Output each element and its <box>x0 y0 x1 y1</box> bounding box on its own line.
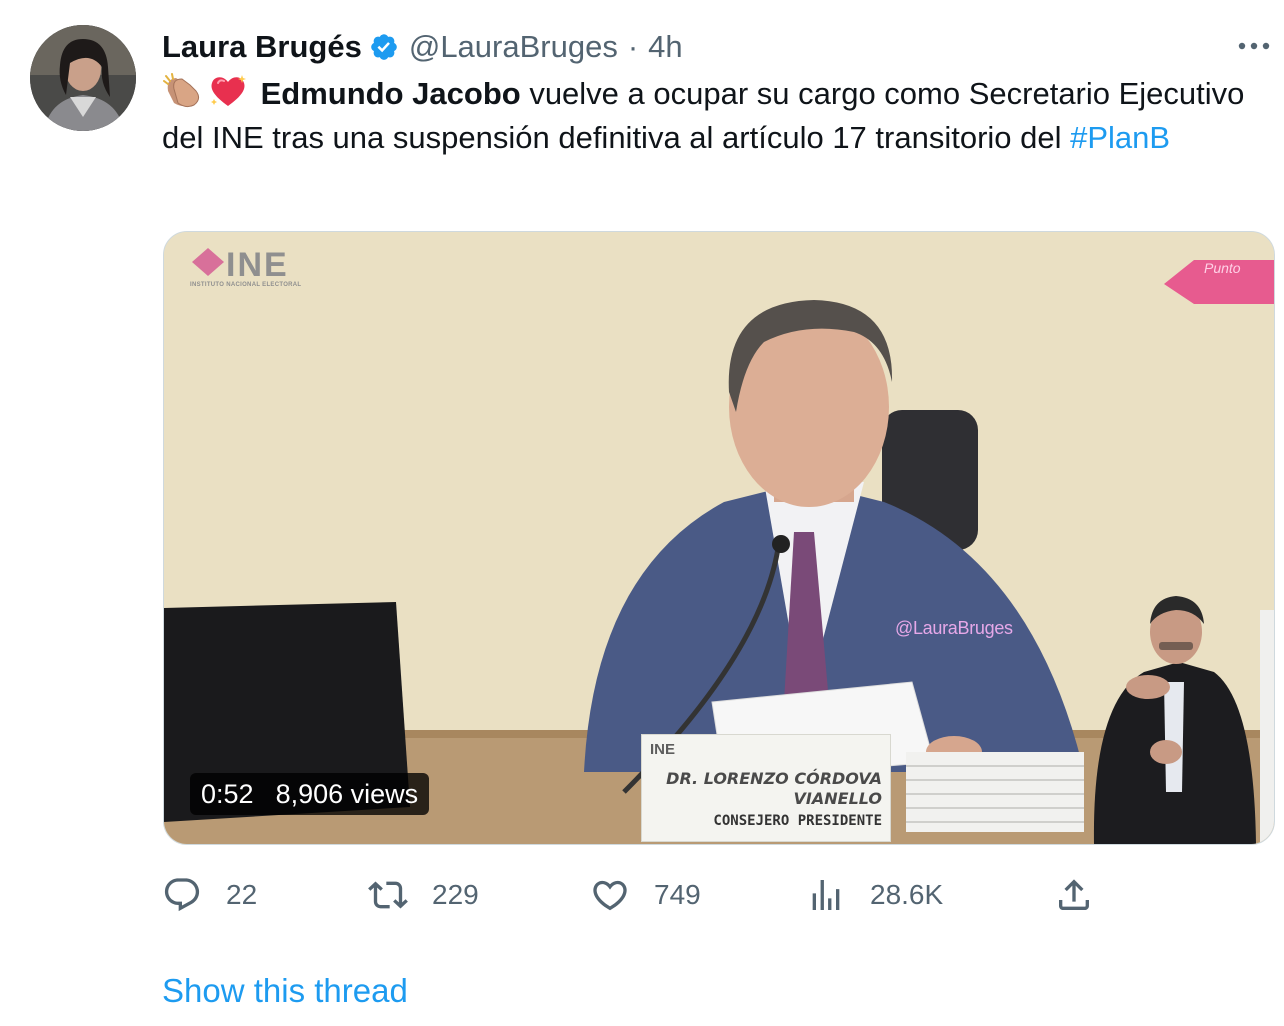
video-info-badge: 0:52 8,906 views <box>190 773 430 815</box>
clapping-hands-emoji <box>162 73 204 109</box>
video-view-count: 8,906 views <box>275 778 419 809</box>
tweet-text: Edmundo Jacobo vuelve a ocupar su cargo … <box>162 72 1262 160</box>
retweet-button[interactable]: 229 <box>368 870 479 920</box>
nameplate-name-line1: DR. LORENZO CÓRDOVA <box>666 769 882 788</box>
views-count: 28.6K <box>870 879 944 910</box>
author-handle[interactable]: @LauraBruges <box>409 29 618 65</box>
share-icon <box>1054 875 1094 915</box>
corner-program-label: Punto <box>1204 260 1241 276</box>
video-watermark: @LauraBruges <box>895 618 1013 638</box>
video-player[interactable]: INE INSTITUTO NACIONAL ELECTORAL Punto @… <box>163 231 1275 845</box>
hashtag-link[interactable]: #PlanB <box>1070 120 1170 155</box>
display-name[interactable]: Laura Brugés <box>162 29 362 65</box>
tweet-header: Laura Brugés @LauraBruges · 4h <box>162 26 683 68</box>
share-button[interactable] <box>1054 870 1118 920</box>
ine-logo: INE <box>226 246 289 284</box>
like-count: 749 <box>654 879 701 910</box>
reply-count: 22 <box>226 879 258 910</box>
avatar[interactable] <box>30 25 136 131</box>
nameplate-role: CONSEJERO PRESIDENTE <box>713 813 882 829</box>
reply-icon <box>162 875 202 915</box>
ine-logo-subtitle: INSTITUTO NACIONAL ELECTORAL <box>190 282 302 288</box>
views-button[interactable]: 28.6K <box>806 870 943 920</box>
speaker-nameplate: INE DR. LORENZO CÓRDOVA VIANELLO CONSEJE… <box>641 734 891 842</box>
retweet-icon <box>368 875 408 915</box>
like-button[interactable]: 749 <box>590 870 701 920</box>
heart-icon <box>590 875 630 915</box>
bold-name-text: Edmundo Jacobo <box>260 76 521 111</box>
header-separator: · <box>627 29 639 64</box>
show-thread-link[interactable]: Show this thread <box>162 972 408 1010</box>
reply-button[interactable]: 22 <box>162 870 257 920</box>
verified-badge-icon <box>369 32 399 62</box>
tweet-timestamp[interactable]: 4h <box>648 29 682 65</box>
more-options-icon[interactable] <box>1234 30 1274 62</box>
tweet-actions-bar: 22 229 749 28.6K <box>162 870 1112 920</box>
nameplate-name-line2: VIANELLO <box>793 789 882 808</box>
video-duration: 0:52 <box>201 778 254 809</box>
views-chart-icon <box>806 875 846 915</box>
nameplate-logo: INE <box>650 741 676 758</box>
sparkling-heart-emoji <box>208 73 248 109</box>
retweet-count: 229 <box>432 879 479 910</box>
